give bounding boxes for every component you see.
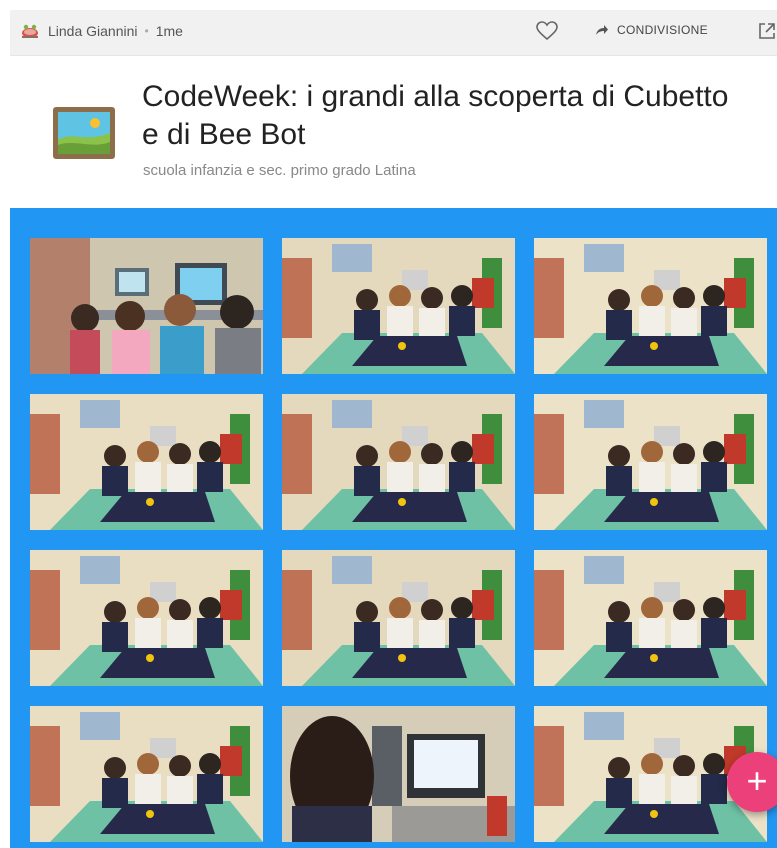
share-arrow-icon	[595, 24, 609, 36]
crab-avatar-icon	[20, 21, 40, 41]
gallery-photo[interactable]	[30, 238, 263, 374]
gallery-photo[interactable]	[30, 706, 263, 842]
share-button[interactable]: CONDIVISIONE	[595, 23, 708, 37]
open-external-button[interactable]	[756, 22, 777, 44]
gallery-photo[interactable]	[534, 550, 767, 686]
post-card: Linda Giannini • 1me CONDIVISIONE CodeWe…	[10, 10, 777, 848]
post-title: CodeWeek: i grandi alla scoperta di Cube…	[142, 80, 729, 151]
post-toolbar: Linda Giannini • 1me CONDIVISIONE	[10, 10, 777, 56]
gallery-photo[interactable]	[534, 238, 767, 374]
gallery-photo[interactable]	[282, 394, 515, 530]
share-label: CONDIVISIONE	[617, 23, 708, 37]
gallery-photo[interactable]	[30, 550, 263, 686]
separator-dot: •	[144, 24, 149, 38]
gallery-photo[interactable]	[30, 394, 263, 530]
post-time: 1me	[155, 23, 183, 39]
heart-icon	[536, 20, 558, 46]
photo-grid	[30, 238, 767, 842]
gallery-photo[interactable]	[282, 238, 515, 374]
author-name[interactable]: Linda Giannini	[48, 23, 138, 39]
open-external-icon	[758, 22, 776, 45]
post-header: CodeWeek: i grandi alla scoperta di Cube…	[10, 56, 777, 208]
gallery-photo[interactable]	[282, 706, 515, 842]
gallery-photo[interactable]	[282, 550, 515, 686]
like-button[interactable]	[535, 20, 559, 46]
post-subtitle: scuola infanzia e sec. primo grado Latin…	[143, 162, 416, 179]
author-info[interactable]: Linda Giannini • 1me	[20, 21, 183, 41]
plus-icon: +	[746, 759, 768, 801]
gallery-photo[interactable]	[534, 394, 767, 530]
photo-gallery	[10, 208, 777, 848]
image-gallery-icon	[53, 107, 115, 159]
